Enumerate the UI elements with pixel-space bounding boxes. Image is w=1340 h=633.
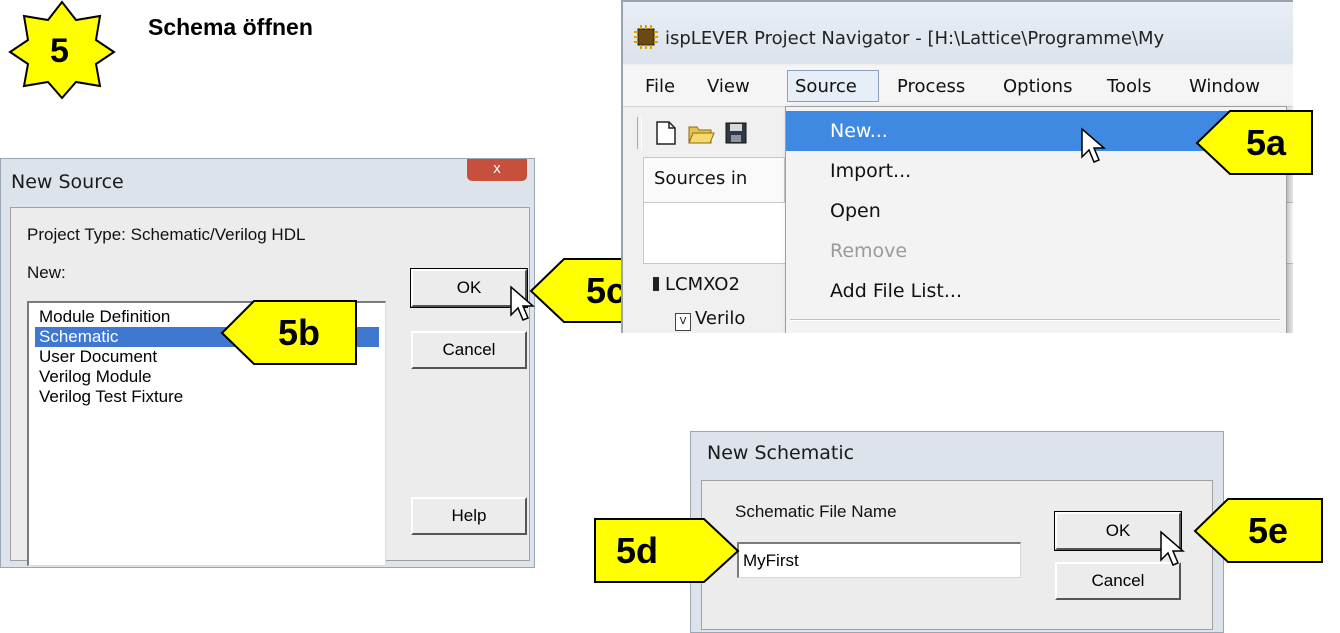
menu-process[interactable]: Process <box>897 76 965 97</box>
app-chip-icon <box>634 25 658 49</box>
menu-item-add-file-list-label: Add File List... <box>830 280 962 302</box>
menu-item-remove: Remove <box>786 231 1284 271</box>
open-folder-icon[interactable] <box>687 121 715 145</box>
menu-view[interactable]: View <box>707 76 750 97</box>
list-item[interactable]: Verilog Module <box>35 367 379 387</box>
device-icon <box>653 277 659 291</box>
callout-label: 5b <box>278 312 321 353</box>
menu-file[interactable]: File <box>645 76 675 97</box>
menu-item-import-label: Import... <box>830 160 912 182</box>
tree-item-device[interactable]: LCMXO2 <box>653 274 740 295</box>
tree-item-device-label: LCMXO2 <box>665 274 740 295</box>
toolbar-grip <box>637 117 642 149</box>
isplever-window: ispLEVER Project Navigator - [H:\Lattice… <box>621 0 1293 333</box>
file-name-label: Schematic File Name <box>735 502 897 521</box>
step-number: 5 <box>50 32 69 70</box>
menu-item-open-label: Open <box>830 200 881 222</box>
new-schematic-dialog: New Schematic Schematic File Name OK Can… <box>690 431 1224 633</box>
callout-5e: 5e <box>1193 498 1324 564</box>
menu-bar: File View Source Process Options Tools W… <box>623 66 1293 107</box>
menu-item-open[interactable]: Open <box>786 191 1284 231</box>
callout-label: 5e <box>1248 510 1289 551</box>
dialog-title: New Source <box>11 171 124 193</box>
mouse-cursor-icon <box>1081 127 1106 163</box>
new-file-icon[interactable] <box>655 121 677 145</box>
menu-item-remove-label: Remove <box>830 240 908 262</box>
menu-item-new-label: New... <box>830 120 888 142</box>
title-bar: ispLEVER Project Navigator - [H:\Lattice… <box>623 2 1293 64</box>
menu-tools[interactable]: Tools <box>1107 76 1151 97</box>
verilog-file-icon: V <box>675 313 691 331</box>
callout-label: 5a <box>1246 122 1287 163</box>
file-name-input[interactable] <box>737 542 1021 578</box>
cancel-button[interactable]: Cancel <box>411 331 527 369</box>
help-button[interactable]: Help <box>411 497 527 535</box>
tree-item-verilog[interactable]: V Verilo <box>675 308 745 331</box>
callout-5b: 5b <box>220 300 358 366</box>
sources-tab[interactable]: Sources in <box>643 157 785 203</box>
list-item[interactable]: Verilog Test Fixture <box>35 387 379 407</box>
menu-separator <box>790 319 1280 321</box>
step-badge: 5 <box>4 0 116 100</box>
step-title: Schema öffnen <box>148 14 313 40</box>
project-type-label: Project Type: Schematic/Verilog HDL <box>27 225 306 244</box>
menu-item-add-file-list[interactable]: Add File List... <box>786 271 1284 311</box>
window-title: ispLEVER Project Navigator - [H:\Lattice… <box>665 28 1165 49</box>
callout-label: 5d <box>616 530 659 571</box>
close-button[interactable]: x <box>467 159 527 181</box>
menu-window[interactable]: Window <box>1189 76 1260 97</box>
callout-5d: 5d <box>594 518 740 584</box>
new-label: New: <box>27 263 66 282</box>
menu-options[interactable]: Options <box>1003 76 1072 97</box>
save-icon[interactable] <box>725 121 747 145</box>
mouse-cursor-icon <box>1160 530 1185 566</box>
tree-item-verilog-label: Verilo <box>695 308 746 329</box>
dialog-title: New Schematic <box>707 442 855 464</box>
callout-5a: 5a <box>1195 110 1314 176</box>
menu-source[interactable]: Source <box>795 76 857 97</box>
sources-tab-label: Sources in <box>654 168 748 189</box>
